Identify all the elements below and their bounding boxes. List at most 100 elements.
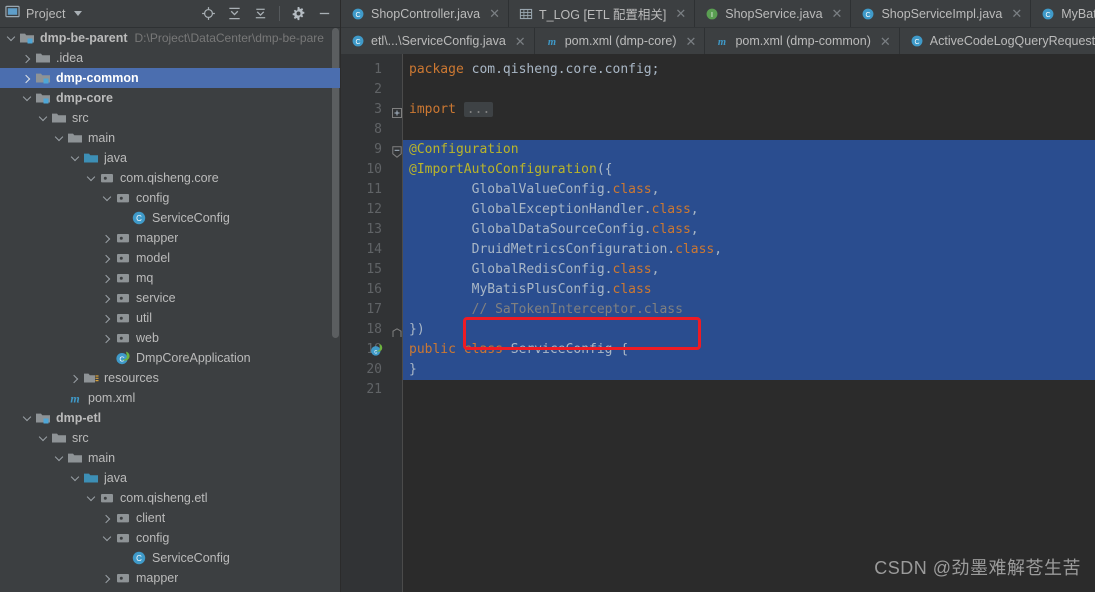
editor-gutter[interactable]: 1238910111213141516171819c2021 <box>341 54 403 592</box>
project-title-group[interactable]: Project <box>5 4 82 24</box>
chevron-right-icon[interactable] <box>70 373 81 384</box>
chevron-down-icon[interactable] <box>38 433 49 444</box>
chevron-right-icon[interactable] <box>102 573 113 584</box>
chevron-right-icon[interactable] <box>102 313 113 324</box>
code-editor[interactable]: 1238910111213141516171819c2021 package c… <box>341 54 1095 592</box>
close-icon[interactable]: ✕ <box>832 7 843 20</box>
tree-node-idea[interactable]: .idea <box>0 48 341 68</box>
chevron-right-icon[interactable] <box>102 273 113 284</box>
code-line[interactable] <box>403 80 1095 100</box>
chevron-down-icon[interactable] <box>38 113 49 124</box>
chevron-down-icon[interactable] <box>22 413 33 424</box>
project-tree[interactable]: dmp-be-parent D:\Project\DataCenter\dmp-b… <box>0 28 341 592</box>
close-icon[interactable]: ✕ <box>675 7 686 20</box>
editor-tab-shopserviceimpl-java[interactable]: C ShopServiceImpl.java ✕ <box>851 0 1032 27</box>
code-line[interactable]: package com.qisheng.core.config; <box>403 60 1095 80</box>
close-icon[interactable]: ✕ <box>880 35 891 48</box>
tree-node-web[interactable]: web <box>0 328 341 348</box>
code-line[interactable]: @ImportAutoConfiguration({ <box>403 160 1095 180</box>
code-line[interactable]: GlobalDataSourceConfig.class, <box>403 220 1095 240</box>
code-line[interactable]: GlobalValueConfig.class, <box>403 180 1095 200</box>
code-line[interactable]: // SaTokenInterceptor.class <box>403 300 1095 320</box>
collapse-all-icon[interactable] <box>253 6 268 21</box>
close-icon[interactable]: ✕ <box>1011 7 1022 20</box>
chevron-down-icon[interactable] <box>102 533 113 544</box>
tree-node-resources[interactable]: resources <box>0 368 341 388</box>
code-line[interactable] <box>403 120 1095 140</box>
expand-all-icon[interactable] <box>227 6 242 21</box>
editor-tab-etl-serviceconfig-java[interactable]: Cetl\...\ServiceConfig.java ✕ <box>341 28 535 54</box>
tree-node-main[interactable]: main <box>0 448 341 468</box>
code-line[interactable]: } <box>403 360 1095 380</box>
tree-node-main[interactable]: main <box>0 128 341 148</box>
chevron-down-icon[interactable] <box>86 493 97 504</box>
tree-node-util[interactable]: util <box>0 308 341 328</box>
code-line[interactable]: DruidMetricsConfiguration.class, <box>403 240 1095 260</box>
code-text-area[interactable]: package com.qisheng.core.config; import .… <box>403 54 1095 592</box>
close-icon[interactable]: ✕ <box>489 7 500 20</box>
chevron-down-icon[interactable] <box>70 473 81 484</box>
tree-node-java[interactable]: java <box>0 468 341 488</box>
gear-icon[interactable] <box>291 6 306 21</box>
editor-tab-shopservice-java[interactable]: I ShopService.java ✕ <box>695 0 852 27</box>
chevron-right-icon[interactable] <box>102 293 113 304</box>
code-line[interactable]: GlobalExceptionHandler.class, <box>403 200 1095 220</box>
close-icon[interactable]: ✕ <box>515 35 526 48</box>
chevron-down-icon[interactable] <box>22 93 33 104</box>
editor-tab-pom-xml-dmp-core[interactable]: m pom.xml (dmp-core) ✕ <box>535 28 706 54</box>
code-line[interactable]: }) <box>403 320 1095 340</box>
tree-node-model[interactable]: model <box>0 248 341 268</box>
chevron-right-icon[interactable] <box>102 253 113 264</box>
chevron-right-icon[interactable] <box>22 53 33 64</box>
chevron-down-icon[interactable] <box>6 33 17 44</box>
chevron-right-icon[interactable] <box>22 73 33 84</box>
tree-node-config[interactable]: config <box>0 188 341 208</box>
tree-node-src[interactable]: src <box>0 428 341 448</box>
close-icon[interactable]: ✕ <box>686 35 697 48</box>
chevron-right-icon[interactable] <box>102 513 113 524</box>
chevron-down-icon[interactable] <box>73 11 82 16</box>
editor-tab-t-log-etl[interactable]: T_LOG [ETL 配置相关] ✕ <box>509 0 696 27</box>
tree-node-java[interactable]: java <box>0 148 341 168</box>
chevron-down-icon[interactable] <box>70 153 81 164</box>
code-line[interactable]: GlobalRedisConfig.class, <box>403 260 1095 280</box>
chevron-down-icon[interactable] <box>54 133 65 144</box>
tree-node-com-qisheng-core[interactable]: com.qisheng.core <box>0 168 341 188</box>
tree-node-src[interactable]: src <box>0 108 341 128</box>
tree-node-dmp-be-parent[interactable]: dmp-be-parent D:\Project\DataCenter\dmp-b… <box>0 28 341 48</box>
tree-node-pom-xml[interactable]: m pom.xml <box>0 388 341 408</box>
chevron-right-icon[interactable] <box>102 333 113 344</box>
tree-node-mq[interactable]: mq <box>0 268 341 288</box>
tree-node-mapper[interactable]: mapper <box>0 568 341 588</box>
editor-tab-activecodelogqueryrequest[interactable]: C ActiveCodeLogQueryRequest. <box>900 28 1095 54</box>
tree-node-dmp-core[interactable]: dmp-core <box>0 88 341 108</box>
chevron-down-icon[interactable] <box>54 453 65 464</box>
run-class-gutter-icon[interactable]: c <box>370 343 384 357</box>
code-line[interactable] <box>403 380 1095 400</box>
code-line[interactable]: import ... <box>403 100 1095 120</box>
tree-node-config[interactable]: config <box>0 528 341 548</box>
tree-node-dmp-common[interactable]: dmp-common <box>0 68 341 88</box>
chevron-down-icon[interactable] <box>86 173 97 184</box>
code-line[interactable]: @Configuration <box>403 140 1095 160</box>
code-line[interactable]: MyBatisPlusConfig.class <box>403 280 1095 300</box>
minimize-icon[interactable] <box>317 6 332 21</box>
tree-node-dmp-etl[interactable]: dmp-etl <box>0 408 341 428</box>
fold-expand-icon[interactable] <box>392 105 402 118</box>
chevron-down-icon[interactable] <box>102 193 113 204</box>
tree-node-service[interactable]: service <box>0 288 341 308</box>
editor-tab-pom-xml-dmp-common[interactable]: m pom.xml (dmp-common) ✕ <box>705 28 900 54</box>
chevron-right-icon[interactable] <box>102 233 113 244</box>
tree-node-com-qisheng-etl[interactable]: com.qisheng.etl <box>0 488 341 508</box>
tree-node-serviceconfig[interactable]: C ServiceConfig <box>0 208 341 228</box>
editor-tab-shopcontroller-java[interactable]: C ShopController.java ✕ <box>341 0 510 27</box>
editor-tab-mybatisplusc[interactable]: C MyBatisPlusC <box>1031 0 1095 27</box>
fold-end-icon[interactable] <box>392 325 402 337</box>
tree-node-client[interactable]: client <box>0 508 341 528</box>
locate-icon[interactable] <box>201 6 216 21</box>
tree-node-serviceconfig[interactable]: C ServiceConfig <box>0 548 341 568</box>
tree-node-dmpcoreapplication[interactable]: C DmpCoreApplication <box>0 348 341 368</box>
tree-node-mapper[interactable]: mapper <box>0 228 341 248</box>
fold-collapse-icon[interactable] <box>392 145 402 158</box>
code-line[interactable]: public class ServiceConfig { <box>403 340 1095 360</box>
